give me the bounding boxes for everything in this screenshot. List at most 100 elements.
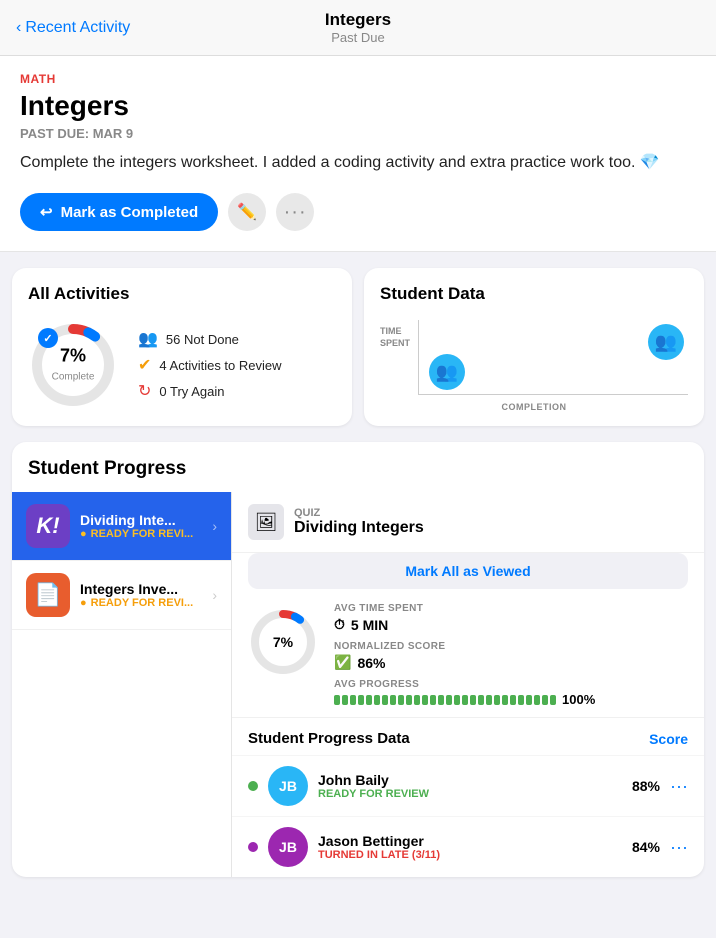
student-avatar-jason: JB xyxy=(268,827,308,867)
actions-row: ↩ Mark as Completed ✏️ ··· xyxy=(20,193,696,231)
student-avatar-2: 👥 xyxy=(648,324,684,360)
more-icon: ··· xyxy=(284,201,307,224)
quiz-label: QUIZ xyxy=(294,507,688,519)
student-dot-john xyxy=(248,781,258,791)
avg-progress-value: 100% xyxy=(562,692,595,707)
progress-segment xyxy=(486,695,492,705)
activity-status-2: ● READY FOR REVI... xyxy=(80,597,202,609)
donut-text: 7% Complete xyxy=(52,346,95,385)
activity-info-2: Integers Inve... ● READY FOR REVI... xyxy=(80,581,202,609)
donut-percent: 7% xyxy=(52,346,95,367)
stat-review: ✔ 4 Activities to Review xyxy=(138,355,282,375)
progress-segment xyxy=(414,695,420,705)
group-icon-1: 👥 xyxy=(436,362,458,383)
all-activities-card: All Activities ✓ 7% Complete 👥 xyxy=(12,268,352,426)
progress-segment xyxy=(390,695,396,705)
donut-label: Complete xyxy=(52,372,95,383)
activity-info-1: Dividing Inte... ● READY FOR REVI... xyxy=(80,512,202,540)
pages-icon: 📄 xyxy=(26,573,70,617)
back-chevron-icon: ‹ xyxy=(16,19,21,37)
group-icon: 👥 xyxy=(138,329,158,349)
activity-item-kahoot[interactable]: K! Dividing Inte... ● READY FOR REVI... … xyxy=(12,492,231,561)
progress-segment xyxy=(502,695,508,705)
student-data-card: Student Data TIME SPENT 👥 👥 COMPLETIO xyxy=(364,268,704,426)
right-panel: 🖼 QUIZ Dividing Integers Mark All as Vie… xyxy=(232,492,704,877)
normalized-score-row: NORMALIZED SCORE ✅ 86% xyxy=(334,641,688,671)
progress-segment xyxy=(526,695,532,705)
student-row-john: JB John Baily READY FOR REVIEW 88% ··· xyxy=(232,755,704,816)
normalized-score-label: NORMALIZED SCORE xyxy=(334,641,688,652)
header: ‹ Recent Activity Integers Past Due xyxy=(0,0,716,56)
progress-segment xyxy=(422,695,428,705)
student-more-jason[interactable]: ··· xyxy=(670,837,688,858)
more-button[interactable]: ··· xyxy=(276,193,314,231)
progress-segment xyxy=(406,695,412,705)
normalized-score-value: ✅ 86% xyxy=(334,654,688,671)
group-icon-2: 👥 xyxy=(655,332,677,353)
stat-try-again: ↻ 0 Try Again xyxy=(138,381,282,401)
progress-layout: K! Dividing Inte... ● READY FOR REVI... … xyxy=(12,492,704,877)
activity-status-1: ● READY FOR REVI... xyxy=(80,528,202,540)
subject-label: MATH xyxy=(20,72,696,86)
edit-button[interactable]: ✏️ xyxy=(228,193,266,231)
student-status-jason: TURNED IN LATE (3/11) xyxy=(318,849,622,861)
header-subtitle: Past Due xyxy=(325,30,391,45)
progress-segment xyxy=(350,695,356,705)
progress-segment xyxy=(398,695,404,705)
progress-segment xyxy=(366,695,372,705)
avg-time-value: ⏱ 5 MIN xyxy=(334,616,688,633)
student-data-title: Student Data xyxy=(380,284,688,304)
x-axis-label: COMPLETION xyxy=(380,402,688,412)
mini-donut-chart: 7% xyxy=(248,607,318,677)
pencil-icon: ✏️ xyxy=(237,202,257,222)
mark-all-viewed-button[interactable]: Mark All as Viewed xyxy=(248,553,688,589)
student-name-john: John Baily xyxy=(318,772,622,788)
activity-name-1: Dividing Inte... xyxy=(80,512,202,528)
due-date: PAST DUE: MAR 9 xyxy=(20,126,696,141)
progress-segment xyxy=(446,695,452,705)
svg-text:✓: ✓ xyxy=(43,333,52,345)
student-name-jason: Jason Bettinger xyxy=(318,833,622,849)
progress-segment xyxy=(334,695,340,705)
student-progress-section: Student Progress K! Dividing Inte... ● R… xyxy=(12,442,704,877)
activity-name-2: Integers Inve... xyxy=(80,581,202,597)
student-avatar-1: 👥 xyxy=(429,354,465,390)
status-dot-1: ● xyxy=(80,528,87,540)
student-more-john[interactable]: ··· xyxy=(670,776,688,797)
status-dot-2: ● xyxy=(80,597,87,609)
student-status-john: READY FOR REVIEW xyxy=(318,788,622,800)
student-progress-data: Student Progress Data Score JB John Bail… xyxy=(232,717,704,877)
student-avatar-john: JB xyxy=(268,766,308,806)
activity-list: K! Dividing Inte... ● READY FOR REVI... … xyxy=(12,492,232,877)
back-button[interactable]: ‹ Recent Activity xyxy=(16,19,130,37)
stat-not-done-text: 56 Not Done xyxy=(166,332,239,347)
activity-item-pages[interactable]: 📄 Integers Inve... ● READY FOR REVI... › xyxy=(12,561,231,630)
student-row-jason: JB Jason Bettinger TURNED IN LATE (3/11)… xyxy=(232,816,704,877)
avg-progress-label: AVG PROGRESS xyxy=(334,679,688,690)
donut-chart: ✓ 7% Complete xyxy=(28,320,118,410)
stats-list: AVG TIME SPENT ⏱ 5 MIN NORMALIZED SCORE … xyxy=(334,599,688,707)
checkmark-icon: ✔ xyxy=(138,355,151,375)
progress-segment xyxy=(438,695,444,705)
stats-area: 7% AVG TIME SPENT ⏱ 5 MIN NORMALIZED SCO… xyxy=(232,599,704,707)
progress-segment xyxy=(494,695,500,705)
chevron-right-icon-2: › xyxy=(212,587,217,603)
student-dot-jason xyxy=(248,842,258,852)
student-data-content: TIME SPENT 👥 👥 COMPLETION xyxy=(380,320,688,410)
check-circle-icon: ✅ xyxy=(334,654,351,671)
quiz-info: QUIZ Dividing Integers xyxy=(294,507,688,537)
activities-content: ✓ 7% Complete 👥 56 Not Done ✔ 4 Activiti… xyxy=(28,320,336,410)
back-label: Recent Activity xyxy=(25,19,130,37)
return-icon: ↩ xyxy=(40,203,53,221)
progress-segment xyxy=(358,695,364,705)
mark-completed-button[interactable]: ↩ Mark as Completed xyxy=(20,193,218,231)
refresh-icon: ↻ xyxy=(138,381,151,401)
quiz-icon: 🖼 xyxy=(248,504,284,540)
stat-review-text: 4 Activities to Review xyxy=(159,358,281,373)
mark-completed-label: Mark as Completed xyxy=(61,204,199,221)
stat-try-again-text: 0 Try Again xyxy=(159,384,224,399)
y-axis-label: TIME SPENT xyxy=(380,326,410,349)
top-section: MATH Integers PAST DUE: MAR 9 Complete t… xyxy=(0,56,716,252)
all-activities-title: All Activities xyxy=(28,284,336,304)
activities-stats: 👥 56 Not Done ✔ 4 Activities to Review ↻… xyxy=(138,329,282,401)
